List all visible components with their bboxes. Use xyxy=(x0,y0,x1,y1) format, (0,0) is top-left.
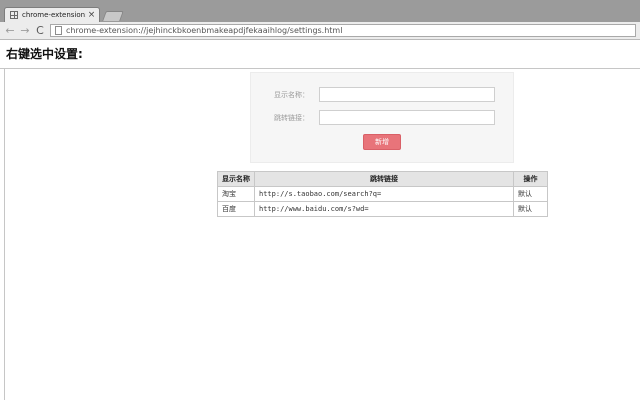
url-input[interactable] xyxy=(319,110,495,125)
column-header-action: 操作 xyxy=(513,171,548,187)
table-row: 淘宝 http://s.taobao.com/search?q= 默认 xyxy=(217,186,548,202)
add-button[interactable]: 新增 xyxy=(363,134,401,150)
extension-page-icon xyxy=(10,11,18,19)
address-bar[interactable]: chrome-extension://jejhinckbkoenbmakeapd… xyxy=(50,24,636,37)
tab-strip: chrome-extension://jej × xyxy=(0,0,640,22)
search-engines-table: 显示名称 跳转链接 操作 淘宝 http://s.taobao.com/sear… xyxy=(217,171,548,217)
forward-button[interactable]: → xyxy=(19,24,31,37)
url-label: 跳转链接： xyxy=(274,114,309,122)
tab-close-button[interactable]: × xyxy=(87,9,96,21)
column-header-name: 显示名称 xyxy=(217,171,255,187)
table-row: 百度 http://www.baidu.com/s?wd= 默认 xyxy=(217,201,548,217)
back-button[interactable]: ← xyxy=(4,24,16,37)
row-name: 淘宝 xyxy=(217,186,255,202)
tab-title: chrome-extension://jej xyxy=(22,11,86,19)
name-input[interactable] xyxy=(319,87,495,102)
row-action-default[interactable]: 默认 xyxy=(513,201,548,217)
column-header-link: 跳转链接 xyxy=(254,171,514,187)
add-item-form: 显示名称： 跳转链接： 新增 xyxy=(250,72,514,163)
row-link: http://s.taobao.com/search?q= xyxy=(254,186,514,202)
browser-tab[interactable]: chrome-extension://jej × xyxy=(4,7,100,22)
row-name: 百度 xyxy=(217,201,255,217)
left-border xyxy=(4,68,5,400)
row-action-default[interactable]: 默认 xyxy=(513,186,548,202)
new-tab-button[interactable] xyxy=(102,11,124,21)
table-header-row: 显示名称 跳转链接 操作 xyxy=(217,171,548,187)
name-label: 显示名称： xyxy=(274,91,309,99)
page-title: 右键选中设置: xyxy=(6,47,83,61)
header-divider xyxy=(0,68,640,69)
page-icon xyxy=(55,26,62,35)
reload-button[interactable]: C xyxy=(34,24,46,37)
row-link: http://www.baidu.com/s?wd= xyxy=(254,201,514,217)
address-url[interactable]: chrome-extension://jejhinckbkoenbmakeapd… xyxy=(66,25,342,36)
browser-toolbar: ← → C chrome-extension://jejhinckbkoenbm… xyxy=(0,22,640,40)
